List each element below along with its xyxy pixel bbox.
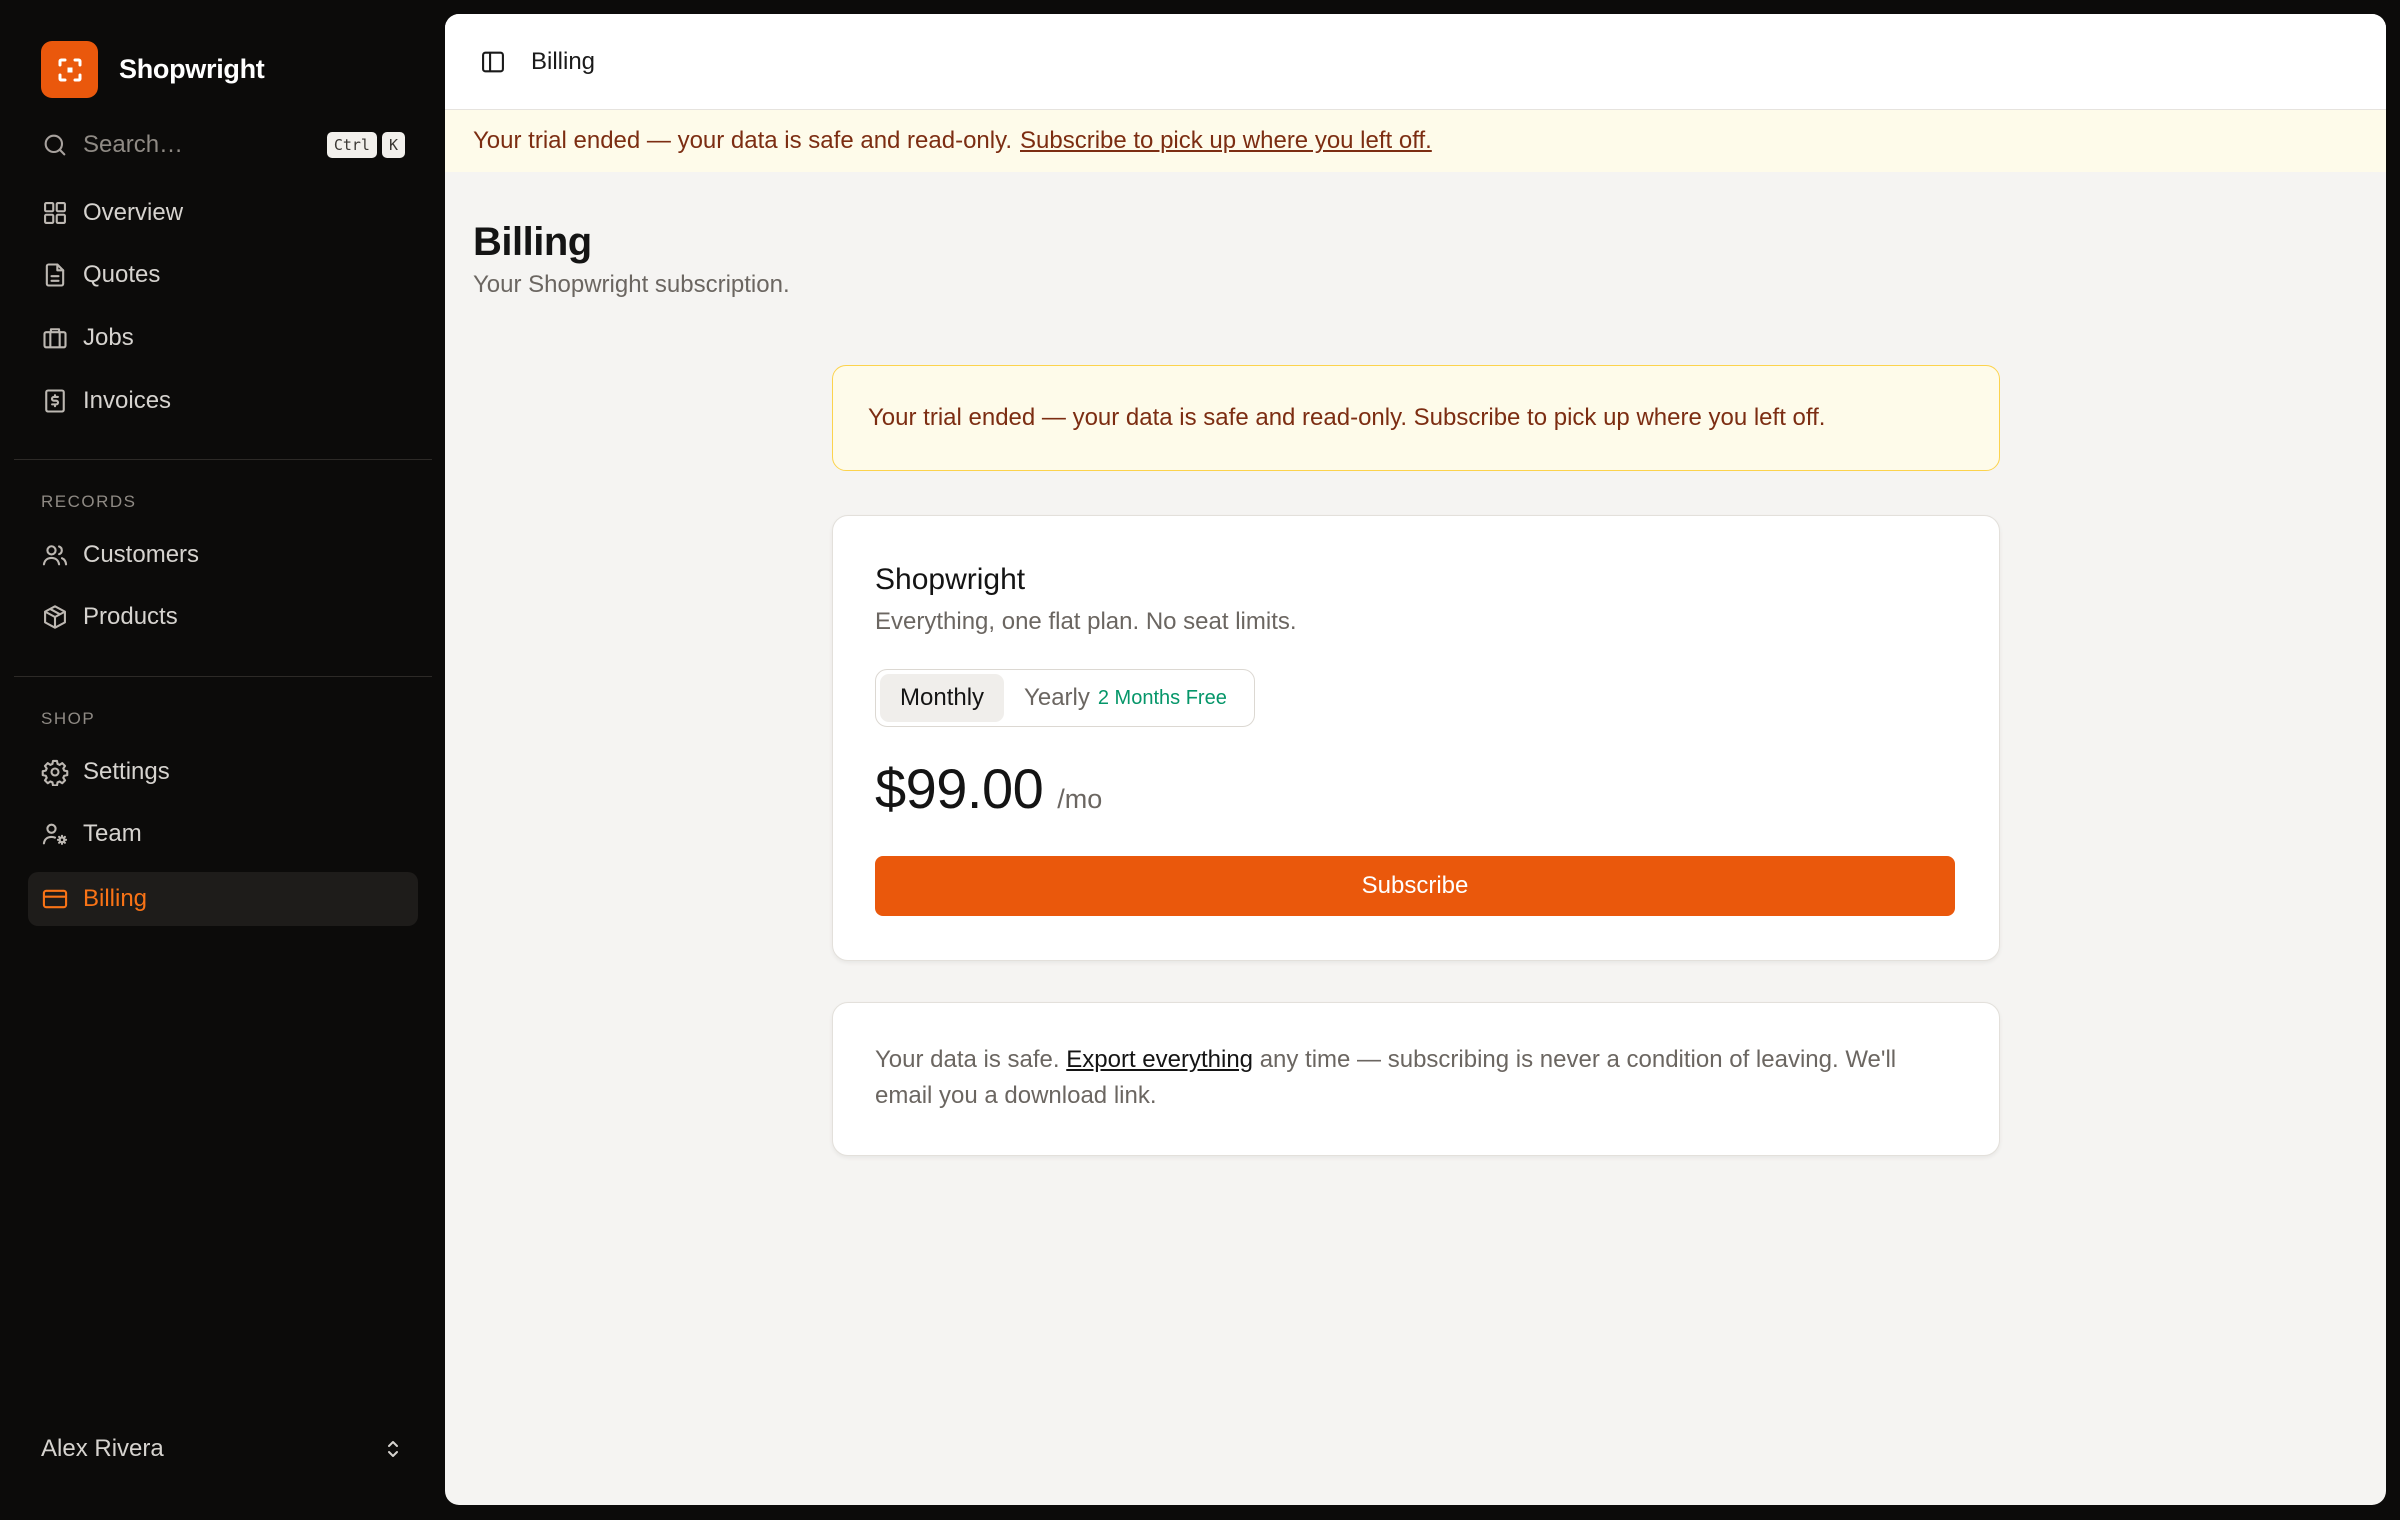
subscribe-button[interactable]: Subscribe [875,856,1955,916]
search-input[interactable]: Search… Ctrl K [41,124,405,166]
search-icon [44,134,66,156]
trial-notice-text: Your trial ended — your data is safe and… [868,404,1826,431]
sidebar-item-quotes[interactable]: Quotes [28,248,418,302]
brand-name: Shopwright [119,54,265,84]
data-safety-prefix: Your data is safe. [875,1046,1060,1073]
file-text-icon [45,263,65,287]
sidebar-item-overview[interactable]: Overview [28,186,418,240]
sidebar-item-label: Invoices [83,387,172,414]
briefcase-icon [43,328,67,349]
main-panel: Billing Your trial ended — your data is … [445,14,2386,1505]
sidebar-item-products[interactable]: Products [28,590,418,644]
data-safety-card: Your data is safe. Export everything any… [832,1002,2000,1156]
billing-period-toggle: Monthly Yearly 2 Months Free [875,669,1255,727]
search-placeholder: Search… [83,131,184,158]
scan-icon [41,41,98,98]
trial-banner-text: Your trial ended — your data is safe and… [473,127,1012,154]
sidebar-item-jobs[interactable]: Jobs [28,311,418,365]
page-header: Billing Your Shopwright subscription. [473,220,790,299]
sidebar-item-label: Products [83,603,178,630]
export-everything-link[interactable]: Export everything [1066,1046,1253,1073]
sidebar-divider [14,676,432,677]
sidebar-item-customers[interactable]: Customers [28,528,418,582]
billing-option-label: Yearly [1024,684,1090,711]
section-label-shop: SHOP [41,709,96,728]
users-icon [42,545,68,566]
kbd-k: K [381,132,405,158]
breadcrumb: Billing [531,47,596,75]
subscribe-link[interactable]: Subscribe to pick up where you left off. [1020,127,1432,155]
sidebar-item-label: Overview [83,199,184,226]
credit-card-icon [42,889,68,909]
price-period: /mo [1057,784,1103,814]
sidebar-item-settings[interactable]: Settings [28,745,418,799]
sidebar: Shopwright Search… Ctrl K Overview Quote… [0,0,445,1520]
price-amount: $99.00 [875,757,1044,820]
billing-option-monthly[interactable]: Monthly [880,674,1005,722]
receipt-icon [45,389,65,413]
discount-badge: 2 Months Free [1097,686,1227,709]
sidebar-divider [14,459,432,460]
topbar: Billing [445,14,2386,110]
page-title: Billing [473,220,592,264]
user-menu[interactable]: Alex Rivera [41,1428,405,1470]
plan-name: Shopwright [875,563,1026,596]
chevrons-up-down-icon [388,1441,398,1457]
brand[interactable]: Shopwright [41,41,265,98]
billing-option-label: Monthly [900,684,985,711]
page-subtitle: Your Shopwright subscription. [473,271,790,298]
billing-option-yearly[interactable]: Yearly 2 Months Free [1004,674,1241,722]
trial-banner: Your trial ended — your data is safe and… [445,110,2386,172]
sidebar-item-label: Customers [83,541,200,568]
user-cog-icon [42,823,68,845]
grid-icon [44,202,66,224]
sidebar-item-label: Settings [83,758,170,785]
sidebar-item-label: Billing [83,885,148,912]
sidebar-item-billing[interactable]: Billing [28,872,418,926]
sidebar-item-team[interactable]: Team [28,807,418,861]
gear-icon [41,759,69,786]
section-label-records: RECORDS [41,492,137,511]
sidebar-item-invoices[interactable]: Invoices [28,374,418,428]
sidebar-item-label: Quotes [83,261,161,288]
user-name: Alex Rivera [41,1435,164,1462]
package-icon [44,605,66,629]
plan-card: Shopwright Everything, one flat plan. No… [832,515,2000,961]
plan-description: Everything, one flat plan. No seat limit… [875,608,1297,635]
sidebar-item-label: Team [83,820,142,847]
trial-notice: Your trial ended — your data is safe and… [832,365,2000,471]
kbd-ctrl: Ctrl [326,132,377,158]
sidebar-item-label: Jobs [83,324,134,351]
sidebar-toggle-icon[interactable] [479,48,507,76]
search-shortcut: Ctrl K [326,132,405,158]
data-safety-text: Your data is safe. Export everything any… [875,1042,1955,1114]
price-display: $99.00 /mo [875,756,1102,821]
